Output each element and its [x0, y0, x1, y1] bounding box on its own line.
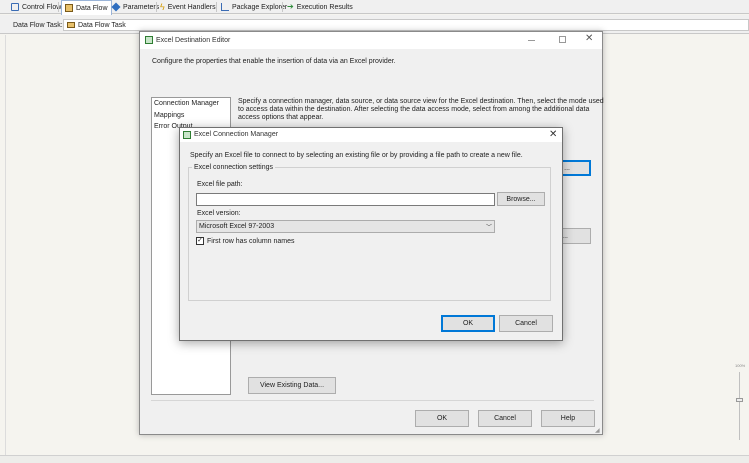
dialog-ok-label: OK: [462, 320, 474, 327]
maximize-button[interactable]: [559, 36, 566, 43]
tab-divider: [282, 2, 283, 12]
browse-label: Browse...: [506, 195, 536, 203]
version-select[interactable]: Microsoft Excel 97-2003: [196, 220, 495, 233]
dialog-cancel-button[interactable]: Cancel: [499, 315, 553, 332]
browse-button[interactable]: Browse...: [497, 192, 545, 206]
editor-title: Excel Destination Editor: [156, 37, 231, 44]
data-flow-icon: [65, 4, 73, 12]
tab-label: Parameters: [123, 3, 160, 11]
file-path-label: Excel file path:: [197, 181, 243, 188]
tab-event-handlers[interactable]: ϟ Event Handlers: [157, 0, 219, 14]
tab-control-flow[interactable]: Control Flow: [8, 0, 64, 14]
dialog-ok-button[interactable]: OK: [441, 315, 495, 332]
data-flow-icon: [67, 22, 75, 28]
new-table-label: ...: [562, 232, 568, 240]
dialog-description: Specify an Excel file to connect to by s…: [190, 152, 523, 159]
zoom-label: 100%: [735, 363, 746, 368]
editor-cancel-label: Cancel: [494, 415, 516, 422]
task-select-value: Data Flow Task: [78, 21, 126, 29]
editor-instructions-line: Specify a connection manager, data sourc…: [238, 98, 604, 105]
editor-footer-divider: [151, 400, 594, 401]
task-label: Data Flow Task:: [13, 22, 63, 29]
editor-instructions-line: access options that appear.: [238, 114, 324, 121]
chevron-down-icon[interactable]: ﹀: [486, 222, 492, 231]
tab-package-explorer[interactable]: Package Explorer: [218, 0, 290, 14]
minimize-button[interactable]: [528, 40, 535, 41]
tab-label: Control Flow: [22, 3, 62, 11]
bottom-status-line: [0, 455, 749, 463]
tab-label: Data Flow: [76, 4, 108, 12]
editor-app-icon: [145, 36, 153, 44]
file-path-input[interactable]: [196, 193, 495, 206]
view-existing-data-label: View Existing Data...: [259, 382, 325, 389]
version-select-value: Microsoft Excel 97-2003: [199, 223, 275, 230]
editor-cancel-button[interactable]: Cancel: [478, 410, 532, 427]
editor-help-label: Help: [560, 415, 576, 422]
editor-ok-label: OK: [436, 415, 448, 422]
editor-description: Configure the properties that enable the…: [152, 58, 396, 65]
parameters-icon: [111, 2, 121, 12]
resize-grip-icon[interactable]: ◢: [595, 427, 600, 434]
first-row-label: First row has column names: [207, 238, 295, 245]
tab-label: Execution Results: [296, 3, 353, 11]
control-flow-icon: [11, 3, 19, 11]
tab-label: Event Handlers: [167, 3, 216, 11]
tab-label: Package Explorer: [232, 3, 288, 11]
close-icon[interactable]: ✕: [549, 129, 557, 140]
nav-item-connection-manager[interactable]: Connection Manager: [154, 100, 219, 107]
first-row-checkbox[interactable]: ✓: [196, 237, 204, 245]
tab-parameters[interactable]: Parameters: [109, 0, 162, 14]
new-connection-label: ...: [564, 164, 570, 172]
close-icon[interactable]: ✕: [585, 33, 593, 44]
editor-ok-button[interactable]: OK: [415, 410, 469, 427]
zoom-slider-track[interactable]: [739, 372, 740, 440]
view-existing-data-button[interactable]: View Existing Data...: [248, 377, 336, 394]
version-label: Excel version:: [197, 210, 241, 217]
task-select[interactable]: Data Flow Task: [63, 19, 749, 31]
zoom-slider-thumb[interactable]: [736, 398, 743, 402]
package-explorer-icon: [221, 3, 229, 11]
group-label: Excel connection settings: [192, 164, 275, 171]
tab-divider: [58, 2, 59, 12]
dialog-app-icon: [183, 131, 191, 139]
dialog-title: Excel Connection Manager: [194, 131, 279, 138]
dialog-cancel-label: Cancel: [515, 320, 537, 327]
tab-data-flow[interactable]: Data Flow: [61, 0, 112, 16]
tab-divider: [216, 2, 217, 12]
execution-results-icon: ➔: [287, 2, 294, 11]
nav-item-mappings[interactable]: Mappings: [154, 112, 184, 119]
tab-execution-results[interactable]: ➔ Execution Results: [284, 0, 356, 14]
editor-instructions-line: to access data within the destination. A…: [238, 106, 590, 113]
editor-help-button[interactable]: Help: [541, 410, 595, 427]
event-handlers-icon: ϟ: [160, 2, 165, 12]
